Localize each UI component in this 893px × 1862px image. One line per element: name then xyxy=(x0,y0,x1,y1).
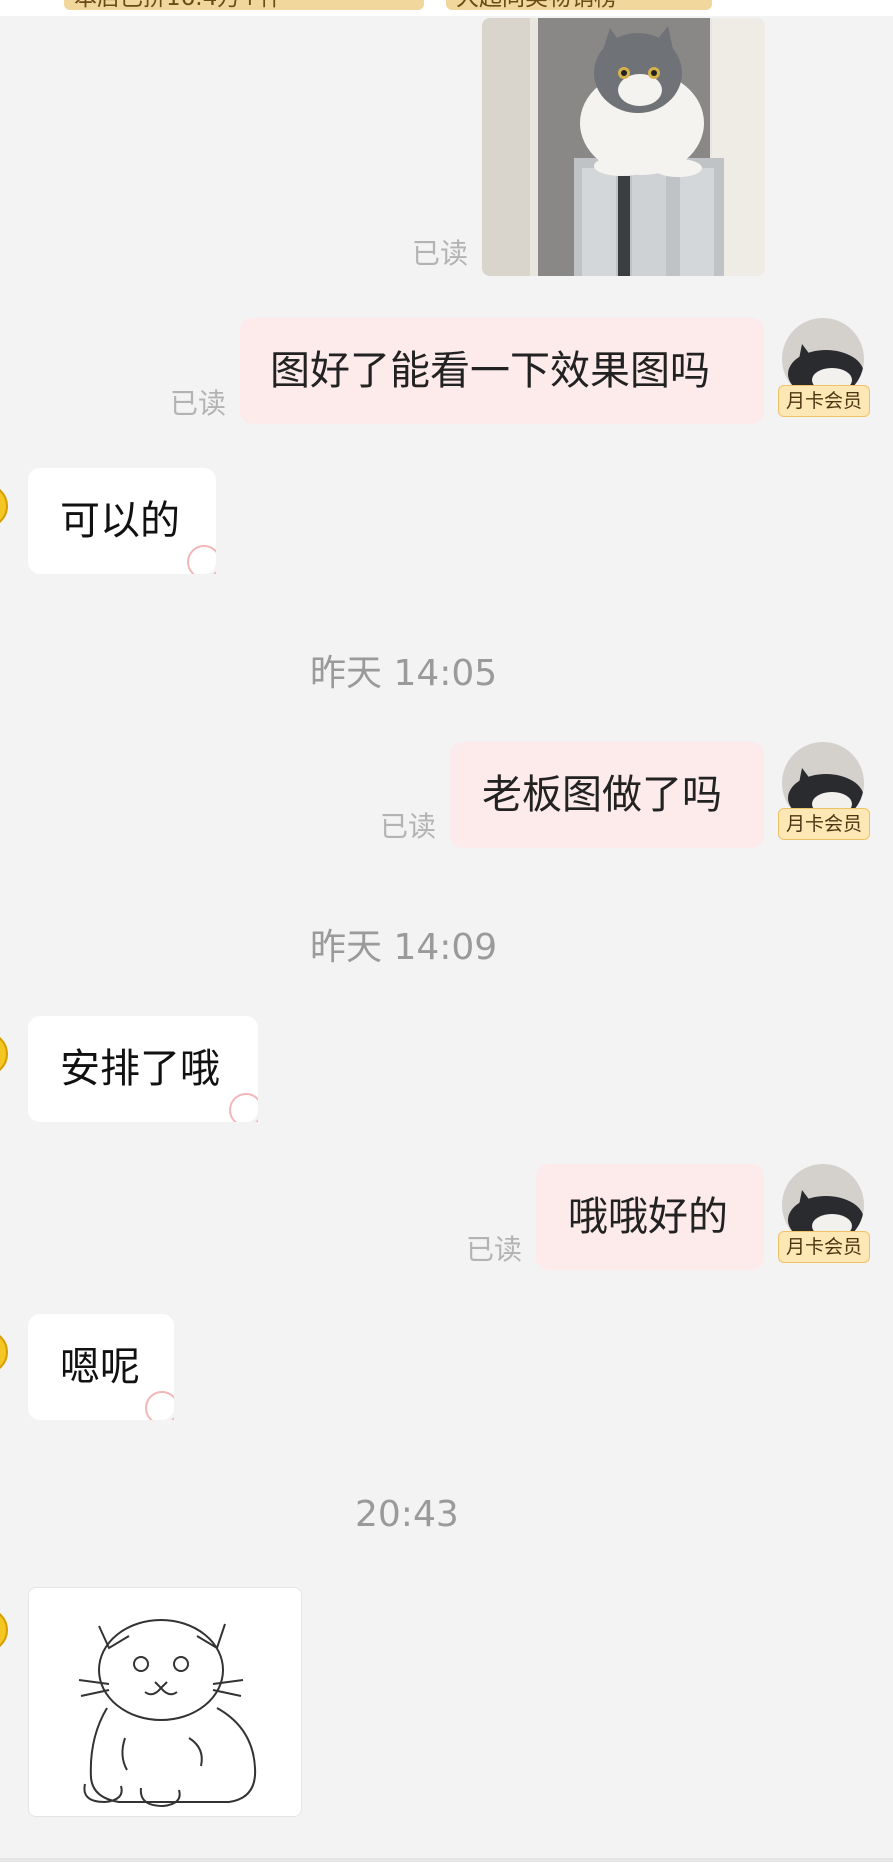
pin-stamp-icon xyxy=(145,1391,174,1420)
message-text: 安排了哦 xyxy=(60,1046,220,1092)
their-message-bubble[interactable]: 安排了哦 xyxy=(28,1016,258,1122)
message-text: 图好了能看一下效果图吗 xyxy=(270,348,710,394)
message-text: 嗯呢 xyxy=(60,1344,140,1390)
read-status-4: 已读 xyxy=(466,1233,523,1266)
my-message-bubble[interactable]: 哦哦好的 xyxy=(536,1164,764,1270)
rank-chip[interactable]: 大起同类物销榜 xyxy=(446,0,712,10)
sent-cat-photo[interactable] xyxy=(482,18,765,276)
vip-badge: 月卡会员 xyxy=(778,385,870,417)
pin-stamp-icon xyxy=(187,545,216,574)
bottom-divider xyxy=(0,1858,893,1862)
read-status-1: 已读 xyxy=(412,237,469,270)
message-text: 老板图做了吗 xyxy=(482,772,722,818)
message-text: 可以的 xyxy=(60,498,180,544)
my-message-bubble[interactable]: 老板图做了吗 xyxy=(450,742,764,848)
rank-chip-label: 大起同类物销榜 xyxy=(456,0,617,10)
timestamp: 20:43 xyxy=(355,1494,459,1535)
vip-badge: 月卡会员 xyxy=(778,808,870,840)
seller-avatar[interactable] xyxy=(0,484,8,528)
seller-avatar[interactable] xyxy=(0,1330,8,1374)
read-status-3: 已读 xyxy=(380,810,437,843)
seller-avatar[interactable] xyxy=(0,1032,8,1076)
message-text: 哦哦好的 xyxy=(568,1194,728,1240)
sales-chip[interactable]: 本店已拼16.4万+件 xyxy=(64,0,424,10)
my-message-bubble[interactable]: 图好了能看一下效果图吗 xyxy=(240,318,764,424)
read-status-2: 已读 xyxy=(170,387,227,420)
timestamp: 昨天 14:09 xyxy=(310,927,498,968)
pin-stamp-icon xyxy=(229,1093,258,1122)
top-banner: 本店已拼16.4万+件 大起同类物销榜 xyxy=(0,0,893,16)
cat-sketch-image[interactable] xyxy=(28,1587,302,1817)
timestamp: 昨天 14:05 xyxy=(310,653,498,694)
their-message-bubble[interactable]: 可以的 xyxy=(28,468,216,574)
vip-badge: 月卡会员 xyxy=(778,1231,870,1263)
their-message-bubble[interactable]: 嗯呢 xyxy=(28,1314,174,1420)
seller-avatar[interactable] xyxy=(0,1608,8,1652)
cat-line-drawing-icon xyxy=(78,1619,257,1808)
cat-suitcase-image xyxy=(482,18,765,276)
sales-chip-label: 本店已拼16.4万+件 xyxy=(74,0,282,10)
